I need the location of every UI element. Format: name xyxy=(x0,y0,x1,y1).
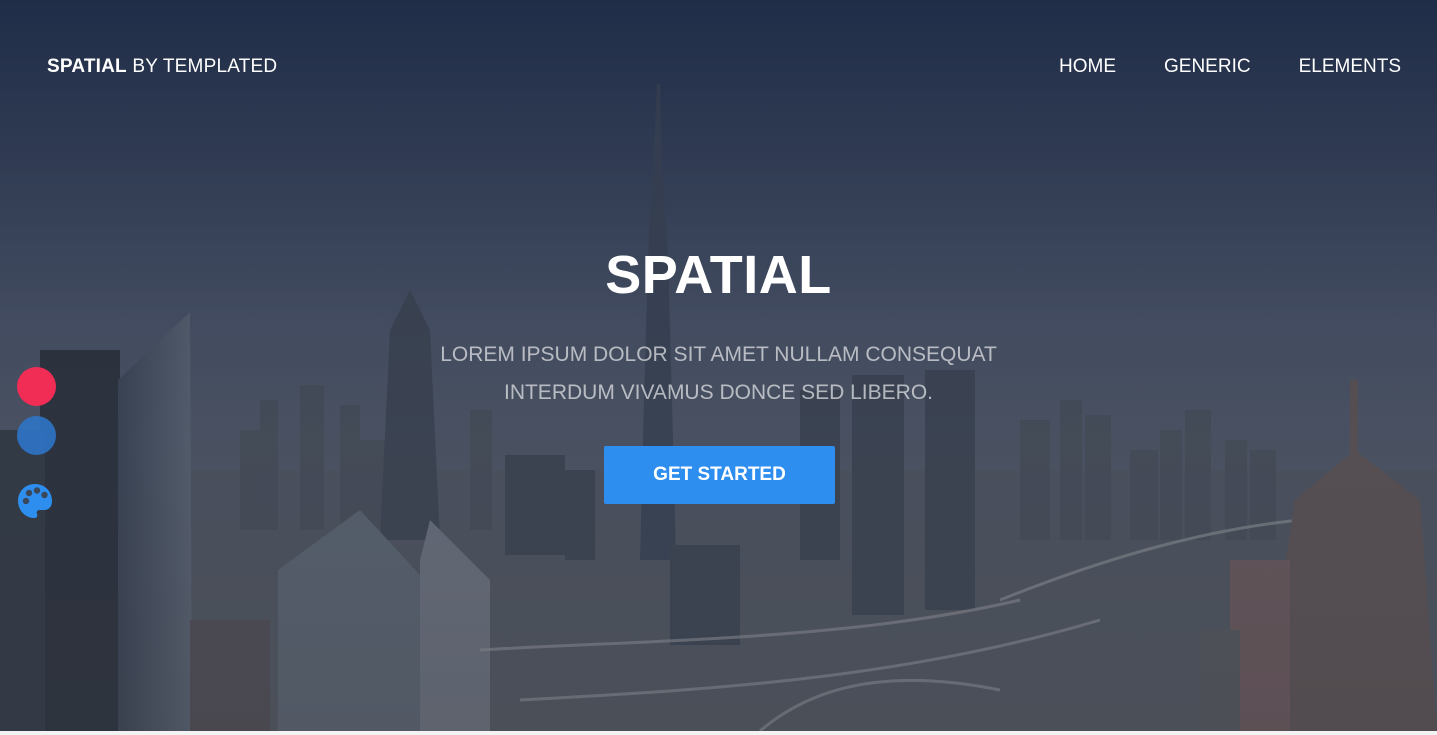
nav-home[interactable]: HOME xyxy=(1059,56,1116,78)
logo-tagline: BY TEMPLATED xyxy=(126,56,278,77)
banner-subtitle: LOREM IPSUM DOLOR SIT AMET NULLAM CONSEQ… xyxy=(0,336,1437,412)
page-bottom-edge xyxy=(0,731,1437,735)
nav-elements[interactable]: ELEMENTS xyxy=(1299,56,1401,78)
subtitle-line-2: INTERDUM VIVAMUS DONCE SED LIBERO. xyxy=(503,381,933,404)
logo-brand: SPATIAL xyxy=(47,56,127,77)
main-nav: HOME GENERIC ELEMENTS xyxy=(1059,56,1401,78)
palette-icon[interactable] xyxy=(16,482,54,520)
get-started-button[interactable]: GET STARTED xyxy=(604,446,835,504)
subtitle-line-1: LOREM IPSUM DOLOR SIT AMET NULLAM CONSEQ… xyxy=(440,343,997,366)
banner-title: SPATIAL xyxy=(605,245,832,305)
red-theme-swatch[interactable] xyxy=(17,367,56,406)
blue-theme-swatch[interactable] xyxy=(17,416,56,455)
nav-generic[interactable]: GENERIC xyxy=(1164,56,1251,78)
site-logo[interactable]: SPATIAL BY TEMPLATED xyxy=(47,56,277,78)
